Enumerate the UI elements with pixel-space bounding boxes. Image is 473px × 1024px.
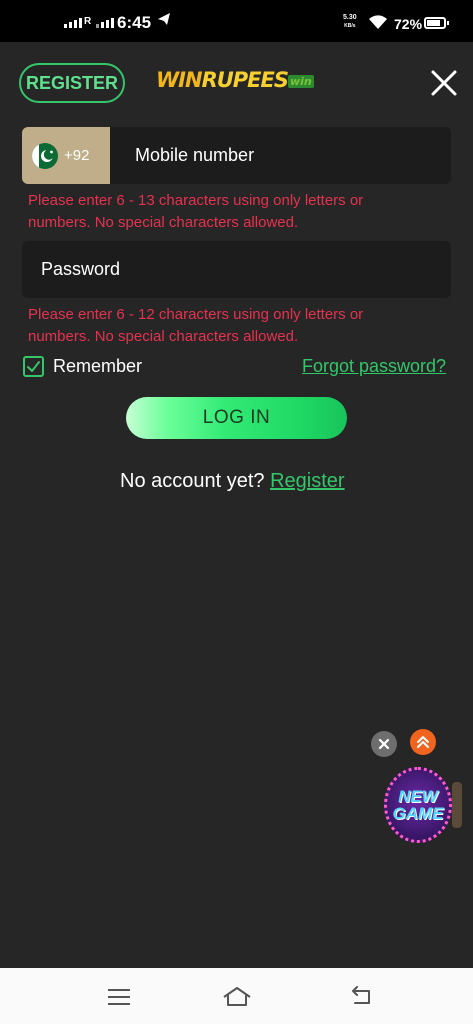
close-small-icon: [378, 738, 390, 750]
remember-checkbox[interactable]: [23, 356, 44, 377]
wifi-icon: [369, 15, 387, 29]
forgot-password-link[interactable]: Forgot password?: [302, 356, 446, 377]
chevron-double-up-icon: [417, 736, 429, 748]
password-error-message: Please enter 6 - 12 characters using onl…: [28, 306, 364, 345]
new-game-promo[interactable]: NEW GAME: [384, 767, 452, 843]
register-link[interactable]: Register: [270, 470, 344, 492]
menu-icon[interactable]: [107, 988, 131, 1006]
scroll-top-button[interactable]: [410, 729, 436, 755]
side-promo-peek[interactable]: [452, 782, 462, 828]
country-code-selector[interactable]: +92: [22, 127, 110, 184]
system-nav-bar: [0, 968, 473, 1024]
mobile-input[interactable]: Mobile number: [135, 145, 254, 166]
battery-percent: 72%: [394, 16, 423, 32]
password-field[interactable]: Password: [22, 241, 451, 298]
battery-icon: [424, 17, 449, 29]
login-button[interactable]: LOG IN: [126, 397, 347, 439]
mobile-error-message: Please enter 6 - 13 characters using onl…: [28, 192, 364, 231]
register-button[interactable]: REGISTER: [19, 63, 125, 103]
status-bar: R 6:45 5.30 KB/s 72%: [0, 0, 473, 42]
country-code: +92: [64, 147, 90, 164]
status-time: 6:45: [117, 13, 152, 32]
winrupees-logo: WINRUPEES win: [156, 68, 314, 92]
signal-icon: [64, 18, 82, 28]
close-icon[interactable]: [429, 68, 459, 98]
mobile-number-field[interactable]: +92 Mobile number: [22, 127, 451, 184]
pakistan-flag-icon: [32, 142, 58, 169]
home-icon[interactable]: [222, 985, 252, 1007]
net-speed: 5.30 KB/s: [343, 14, 357, 29]
dismiss-promo-button[interactable]: [371, 731, 397, 757]
back-icon[interactable]: [349, 986, 373, 1006]
carrier-flag: R: [84, 16, 92, 27]
remember-label[interactable]: Remember: [53, 356, 142, 377]
check-icon: [27, 361, 40, 372]
password-input[interactable]: Password: [41, 259, 120, 280]
signal-2-icon: [96, 18, 114, 28]
telegram-icon: [158, 13, 170, 25]
no-account-prompt: No account yet? Register: [120, 470, 345, 492]
